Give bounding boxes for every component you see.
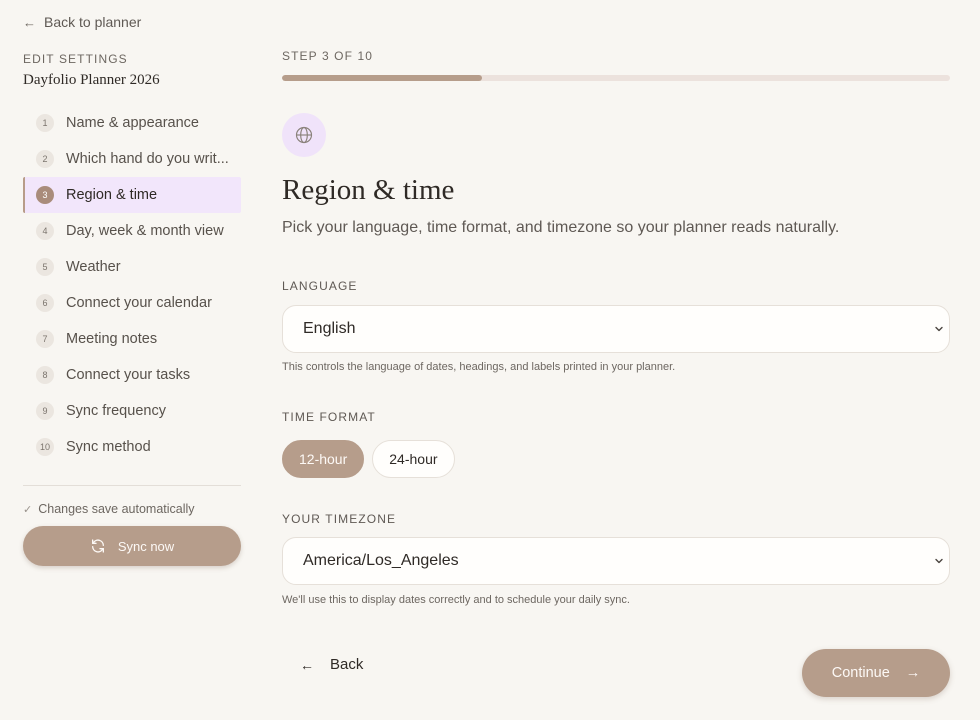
step-number-badge: 2 (36, 150, 54, 168)
chevron-down-icon (935, 326, 943, 332)
timezone-select[interactable]: America/Los_Angeles (282, 537, 950, 585)
sidebar-step-sync-frequency[interactable]: 9 Sync frequency (23, 393, 241, 429)
step-number-badge: 1 (36, 114, 54, 132)
back-label: Back (330, 656, 364, 673)
refresh-icon (91, 539, 104, 553)
step-label: Name & appearance (66, 115, 199, 131)
sidebar: ← Back to planner EDIT SETTINGS Dayfolio… (0, 0, 262, 720)
progress-bar-fill (282, 75, 483, 81)
back-button[interactable]: ← Back (300, 656, 363, 673)
step-counter: STEP 3 OF 10 (282, 49, 374, 63)
sidebar-step-sync-method[interactable]: 10 Sync method (23, 429, 241, 465)
sidebar-step-meeting-notes[interactable]: 7 Meeting notes (23, 321, 241, 357)
language-value: English (303, 320, 356, 337)
language-help: This controls the language of dates, hea… (282, 361, 676, 373)
continue-label: Continue (831, 665, 890, 681)
language-select[interactable]: English (282, 305, 950, 353)
main-panel: STEP 3 OF 10 Region & time Pick your lan… (282, 0, 950, 720)
arrow-left-icon: ← (23, 14, 36, 30)
timezone-label: YOUR TIMEZONE (282, 512, 397, 526)
step-label: Connect your tasks (66, 367, 191, 383)
back-to-planner-label: Back to planner (44, 14, 142, 30)
sync-now-label: Sync now (117, 538, 175, 554)
autosave-status: ✓ Changes save automatically (23, 502, 241, 516)
progress-bar (282, 75, 950, 81)
step-label: Region & time (66, 187, 158, 203)
step-list: 1 Name & appearance 2 Which hand do you … (23, 105, 241, 465)
section-icon-badge (282, 113, 326, 157)
time-format-toggle: 12-hour 24-hour (282, 440, 455, 478)
sidebar-step-views[interactable]: 4 Day, week & month view (23, 213, 241, 249)
sidebar-step-region-time[interactable]: 3 Region & time (23, 177, 241, 213)
timezone-value: America/Los_Angeles (303, 552, 459, 569)
back-to-planner-link[interactable]: ← Back to planner (23, 14, 241, 30)
step-label: Sync frequency (66, 403, 166, 419)
step-label: Which hand do you writ... (66, 151, 229, 167)
planner-name: Dayfolio Planner 2026 (23, 72, 160, 88)
arrow-left-icon: ← (300, 656, 314, 673)
check-icon: ✓ (23, 503, 33, 516)
sidebar-step-name-appearance[interactable]: 1 Name & appearance (23, 105, 241, 141)
step-number-badge: 10 (36, 438, 54, 456)
time-format-12-hour-option[interactable]: 12-hour (282, 440, 365, 478)
continue-button[interactable]: Continue → (802, 649, 950, 697)
step-number-badge: 8 (36, 366, 54, 384)
arrow-right-icon: → (905, 665, 921, 681)
chevron-down-icon (935, 558, 943, 564)
sidebar-step-handedness[interactable]: 2 Which hand do you writ... (23, 141, 241, 177)
sidebar-divider (23, 485, 241, 486)
step-number-badge: 5 (36, 258, 54, 276)
page-subtitle: Pick your language, time format, and tim… (282, 219, 840, 236)
sidebar-step-tasks[interactable]: 8 Connect your tasks (23, 357, 241, 393)
step-label: Connect your calendar (66, 295, 212, 311)
timezone-help: We'll use this to display dates correctl… (282, 594, 630, 606)
time-format-label: TIME FORMAT (282, 410, 376, 424)
step-number-badge: 3 (36, 186, 54, 204)
time-format-24-hour-option[interactable]: 24-hour (372, 440, 455, 478)
step-label: Sync method (66, 439, 151, 455)
step-number-badge: 7 (36, 330, 54, 348)
edit-settings-heading: EDIT SETTINGS (23, 52, 128, 66)
step-number-badge: 6 (36, 294, 54, 312)
sidebar-step-calendar[interactable]: 6 Connect your calendar (23, 285, 241, 321)
step-number-badge: 4 (36, 222, 54, 240)
step-number-badge: 9 (36, 402, 54, 420)
step-label: Weather (66, 259, 121, 275)
step-label: Day, week & month view (66, 223, 224, 239)
globe-icon (295, 126, 313, 144)
step-label: Meeting notes (66, 331, 158, 347)
sync-now-button[interactable]: Sync now (23, 526, 241, 566)
sidebar-step-weather[interactable]: 5 Weather (23, 249, 241, 285)
autosave-text: Changes save automatically (38, 502, 195, 516)
language-label: LANGUAGE (282, 279, 358, 293)
page-title: Region & time (282, 174, 455, 206)
